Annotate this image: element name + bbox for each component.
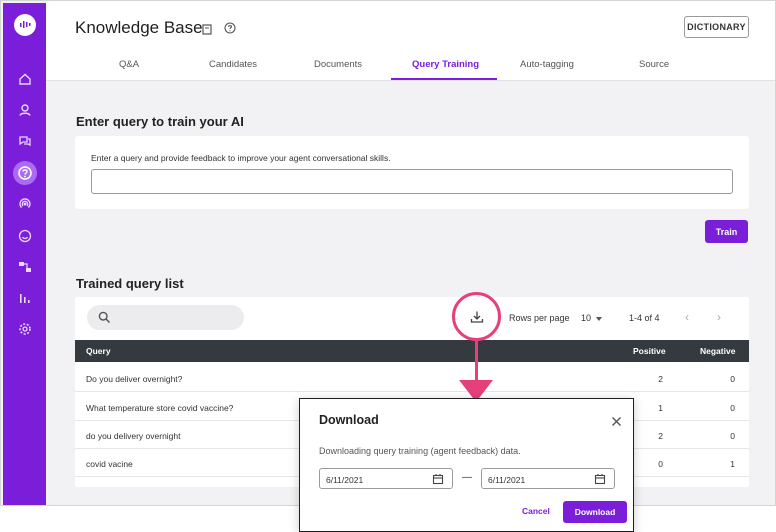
dialog-text: Downloading query training (agent feedba… bbox=[319, 446, 521, 456]
query-card: Enter a query and provide feedback to im… bbox=[75, 136, 749, 209]
calendar-icon bbox=[594, 474, 606, 485]
column-negative[interactable]: Negative bbox=[700, 346, 735, 356]
close-icon[interactable] bbox=[611, 414, 622, 432]
train-section-title: Enter query to train your AI bbox=[76, 114, 244, 129]
query-input[interactable] bbox=[91, 169, 733, 194]
user-icon[interactable] bbox=[15, 100, 35, 120]
row-query: do you delivery overnight bbox=[86, 431, 181, 441]
rows-per-page-select[interactable]: 10 bbox=[581, 313, 591, 323]
book-icon[interactable] bbox=[202, 22, 212, 40]
column-positive[interactable]: Positive bbox=[633, 346, 666, 356]
row-query: Do you deliver overnight? bbox=[86, 374, 183, 384]
tab-documents[interactable]: Documents bbox=[314, 59, 362, 70]
tab-candidates[interactable]: Candidates bbox=[209, 59, 257, 70]
row-query: covid vacine bbox=[86, 459, 133, 469]
end-date-value: 6/11/2021 bbox=[488, 475, 526, 485]
flow-icon[interactable] bbox=[15, 257, 35, 277]
tab-source[interactable]: Source bbox=[639, 59, 669, 70]
pagination-range: 1-4 of 4 bbox=[629, 313, 660, 323]
row-query: What temperature store covid vaccine? bbox=[86, 403, 234, 413]
row-negative: 0 bbox=[730, 431, 735, 441]
home-icon[interactable] bbox=[15, 69, 35, 89]
date-separator: — bbox=[462, 472, 472, 483]
row-negative: 0 bbox=[730, 374, 735, 384]
tab-qa[interactable]: Q&A bbox=[119, 59, 139, 70]
page-title: Knowledge Base bbox=[75, 18, 203, 37]
list-section-title: Trained query list bbox=[76, 276, 184, 291]
help-icon[interactable] bbox=[224, 21, 236, 39]
sidebar bbox=[3, 3, 46, 505]
end-date-field[interactable]: 6/11/2021 bbox=[481, 468, 615, 489]
query-hint: Enter a query and provide feedback to im… bbox=[91, 153, 391, 163]
start-date-field[interactable]: 6/11/2021 bbox=[319, 468, 453, 489]
download-button[interactable]: Download bbox=[563, 501, 627, 523]
dictionary-button[interactable]: DICTIONARY bbox=[684, 16, 749, 38]
row-negative: 0 bbox=[730, 403, 735, 413]
knowledge-base-icon[interactable] bbox=[13, 161, 37, 185]
rows-per-page-label: Rows per page bbox=[509, 313, 570, 323]
chat-bubbles-icon[interactable] bbox=[15, 131, 35, 151]
table-header: Query Positive Negative bbox=[75, 340, 749, 362]
chevron-down-icon[interactable] bbox=[596, 317, 602, 321]
dialog-title: Download bbox=[319, 413, 379, 427]
row-positive: 1 bbox=[658, 403, 663, 413]
row-negative: 1 bbox=[730, 459, 735, 469]
row-positive: 2 bbox=[658, 374, 663, 384]
logo-chat-icon[interactable] bbox=[14, 14, 36, 36]
settings-icon[interactable] bbox=[15, 319, 35, 339]
page-header: Knowledge Base DICTIONARY Q&A Candidates… bbox=[46, 1, 775, 81]
start-date-value: 6/11/2021 bbox=[326, 475, 364, 485]
smile-icon[interactable] bbox=[15, 226, 35, 246]
callout-circle bbox=[452, 292, 501, 341]
tab-query-training[interactable]: Query Training bbox=[412, 59, 479, 70]
analytics-icon[interactable] bbox=[15, 288, 35, 308]
tab-auto-tagging[interactable]: Auto-tagging bbox=[520, 59, 574, 70]
active-tab-indicator bbox=[391, 78, 497, 80]
calendar-icon bbox=[432, 474, 444, 485]
cancel-button[interactable]: Cancel bbox=[522, 506, 550, 516]
prev-page-icon[interactable]: ‹ bbox=[685, 310, 689, 324]
row-positive: 2 bbox=[658, 431, 663, 441]
table-row[interactable]: Do you deliver overnight? 2 0 bbox=[75, 364, 749, 392]
next-page-icon[interactable]: › bbox=[717, 310, 721, 324]
column-query[interactable]: Query bbox=[86, 346, 111, 356]
signal-icon[interactable] bbox=[15, 194, 35, 214]
row-positive: 0 bbox=[658, 459, 663, 469]
download-dialog: Download Downloading query training (age… bbox=[299, 398, 634, 532]
search-input[interactable] bbox=[87, 305, 244, 330]
callout-arrow-line bbox=[475, 341, 478, 382]
train-button[interactable]: Train bbox=[705, 220, 748, 243]
